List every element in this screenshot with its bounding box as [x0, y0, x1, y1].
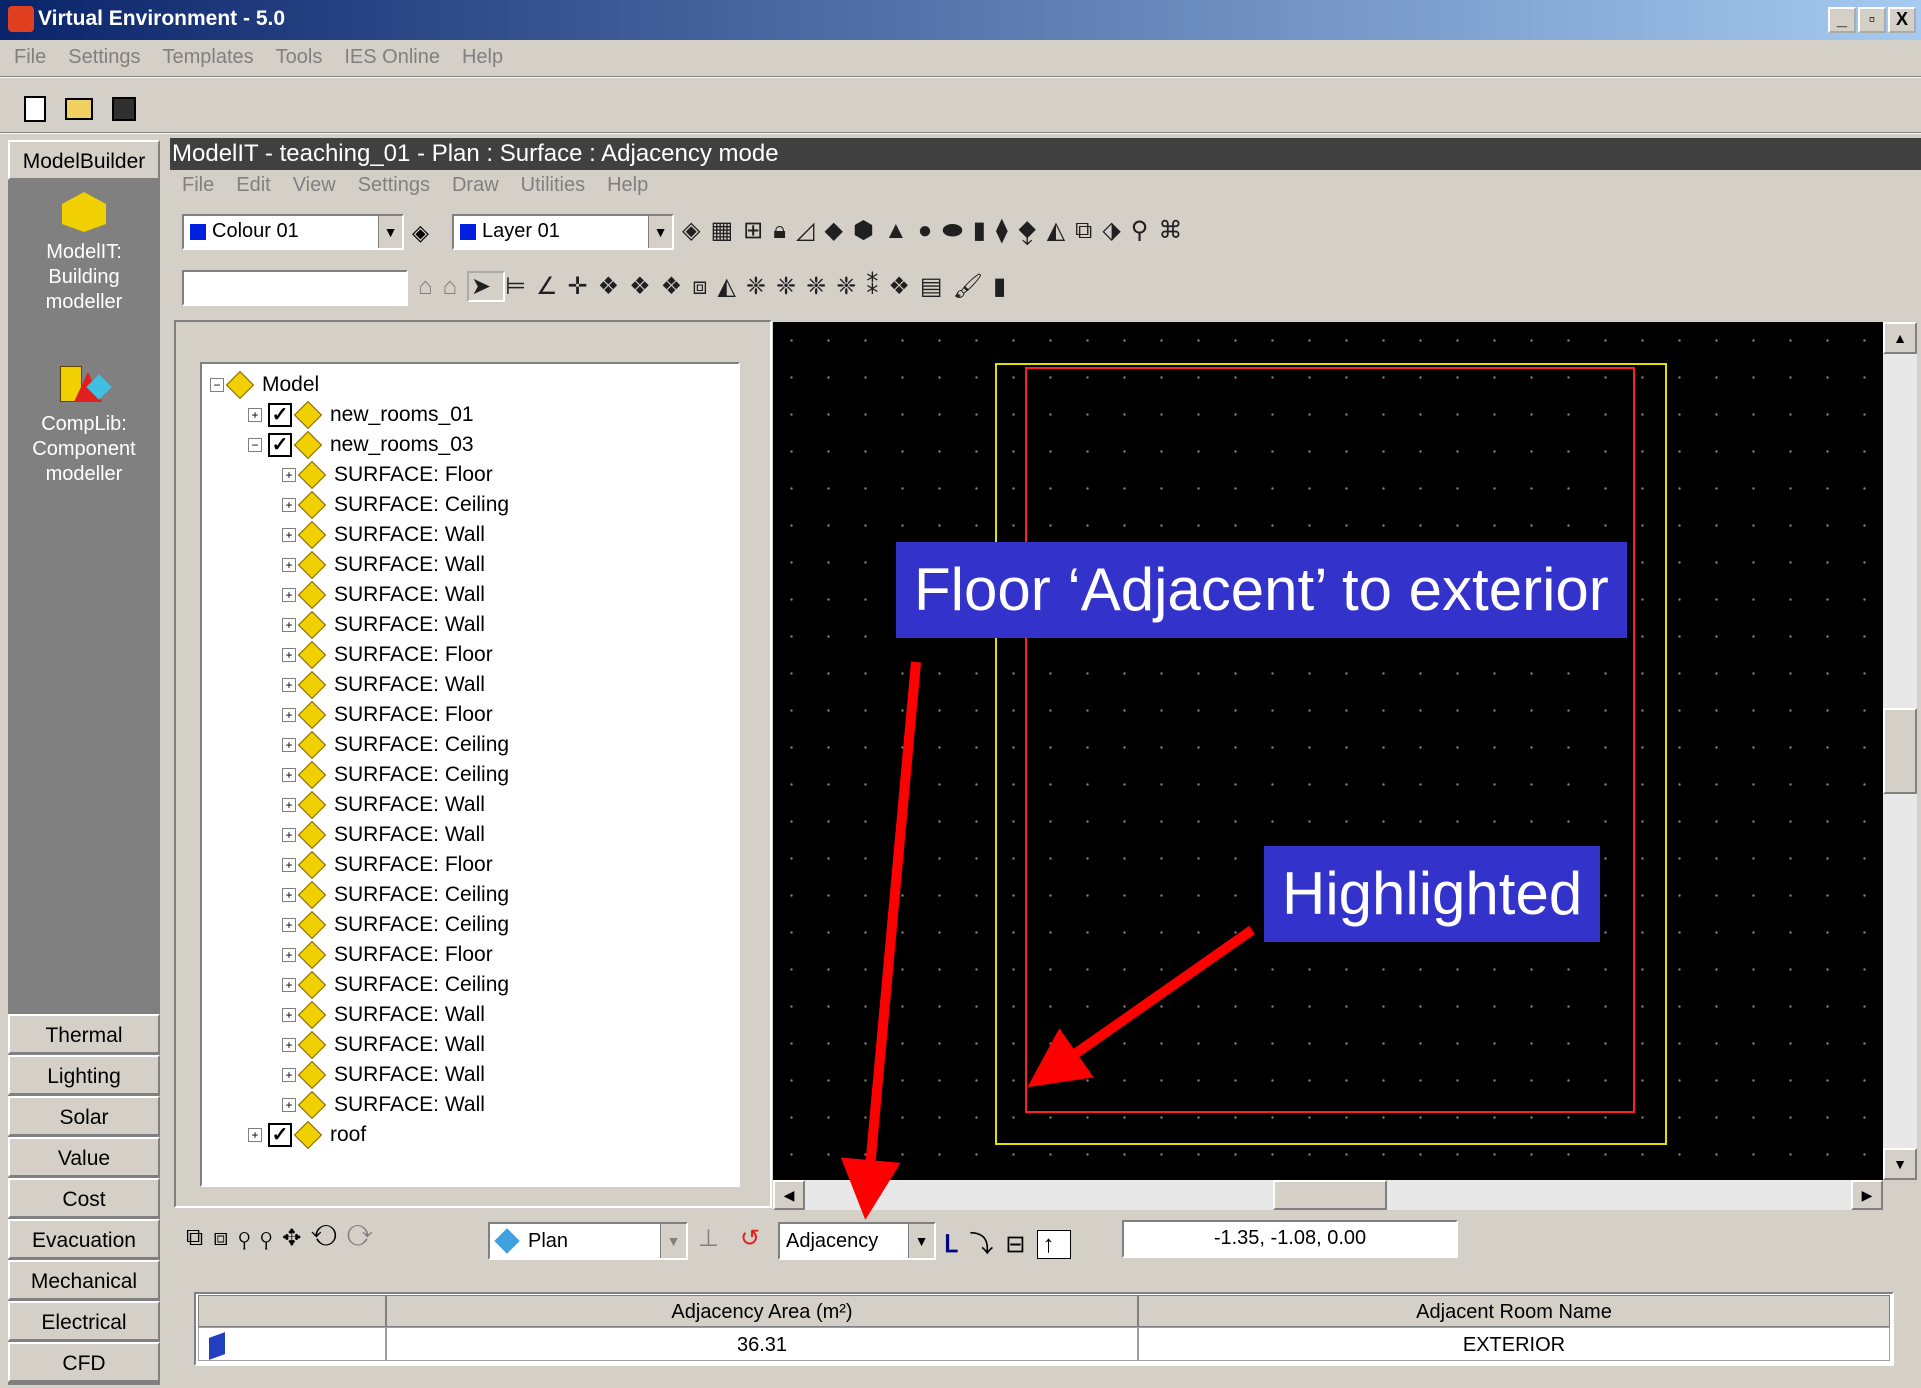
- floor-adjacent-callout: Floor ‘Adjacent’ to exterior: [896, 542, 1627, 638]
- annotation-layer: [840, 661, 1255, 1220]
- floor-callout-arrow: [840, 661, 921, 1220]
- highlighted-callout: Highlighted: [1264, 846, 1601, 942]
- highlighted-callout-arrow: [1027, 925, 1255, 1088]
